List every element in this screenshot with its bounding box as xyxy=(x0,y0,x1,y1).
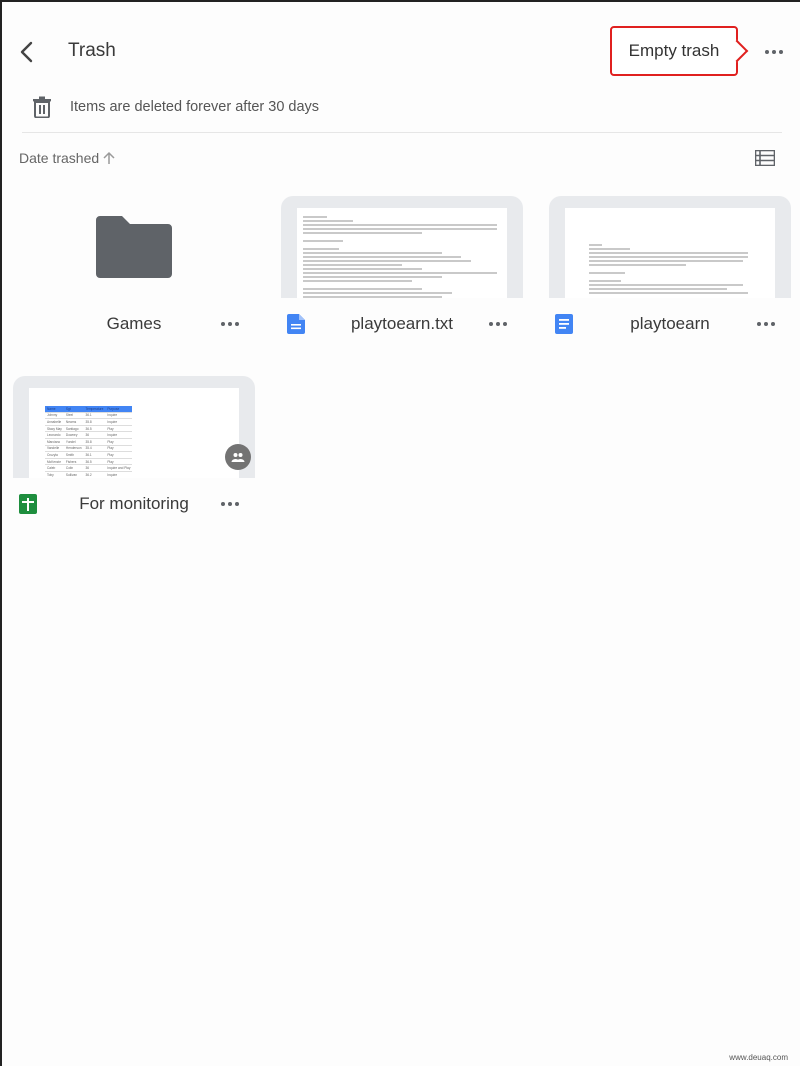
preview-text-line xyxy=(303,232,422,234)
preview-text-line xyxy=(303,276,442,278)
preview-text-line xyxy=(303,268,422,270)
trash-icon xyxy=(33,96,51,118)
page-title: Trash xyxy=(68,40,116,61)
preview-text-line xyxy=(589,292,748,294)
preview-text-line xyxy=(303,252,442,254)
preview-text-line xyxy=(589,248,630,250)
folder-icon xyxy=(96,216,172,278)
sheet-row: McKenzie Fishers 36.5 Play xyxy=(45,458,133,466)
sheet-row: Marciano Yundel 35.8 Play xyxy=(45,438,133,446)
sort-button[interactable]: Date trashed xyxy=(19,150,116,166)
sheet-row: Annabelle Nearns 35.8 Inquire xyxy=(45,418,133,426)
empty-trash-label: Empty trash xyxy=(628,41,720,60)
sheet-preview: Name Sgt Temperature Purpose Johnny Steel 36.… xyxy=(45,406,133,478)
preview-text-line xyxy=(303,224,498,226)
item-more-button[interactable] xyxy=(757,322,775,326)
file-name: playtoearn.txt xyxy=(350,314,454,333)
file-name: For monitoring xyxy=(79,494,189,513)
preview-text-line xyxy=(589,260,743,262)
preview-text-line xyxy=(303,216,327,218)
retention-notice: Items are deleted forever after 30 days xyxy=(70,99,320,115)
shared-badge xyxy=(225,444,251,470)
back-button[interactable] xyxy=(14,38,42,66)
preview-text-line xyxy=(589,252,748,254)
item-more-button[interactable] xyxy=(489,322,507,326)
empty-trash-button[interactable]: Empty trash xyxy=(610,26,738,76)
preview-text-line xyxy=(589,280,622,282)
folder-thumbnail xyxy=(13,196,255,298)
preview-text-line xyxy=(589,264,687,266)
file-card-playtoearn[interactable]: playtoearn xyxy=(549,196,791,350)
preview-text-line xyxy=(303,272,498,274)
file-thumbnail xyxy=(281,196,523,298)
preview-text-line xyxy=(303,280,412,282)
more-options-button[interactable] xyxy=(765,50,783,54)
file-card-games[interactable]: Games xyxy=(13,196,255,350)
chevron-left-icon xyxy=(20,41,33,63)
sort-label: Date trashed xyxy=(19,150,100,166)
file-card-playtoearn-txt[interactable]: playtoearn.txt xyxy=(281,196,523,350)
preview-text-line xyxy=(589,284,743,286)
item-more-button[interactable] xyxy=(221,502,239,506)
list-view-icon[interactable] xyxy=(755,150,775,166)
file-thumbnail xyxy=(549,196,791,298)
preview-text-line xyxy=(589,244,602,246)
item-more-button[interactable] xyxy=(221,322,239,326)
preview-text-line xyxy=(303,248,339,250)
preview-text-line xyxy=(303,220,353,222)
sheet-row: Vandelle Henderson 35.4 Play xyxy=(45,445,133,453)
sheet-row: Cruzyla Smith 36.1 Play xyxy=(45,451,133,459)
file-thumbnail: Name Sgt Temperature Purpose Johnny Steel 36.… xyxy=(13,376,255,478)
people-icon xyxy=(231,453,245,462)
preview-text-line xyxy=(303,256,462,258)
arrow-up-icon xyxy=(103,151,115,164)
preview-text-line xyxy=(589,272,625,274)
divider xyxy=(22,132,782,133)
file-name: playtoearn xyxy=(630,314,710,333)
preview-text-line xyxy=(303,240,343,242)
sheet-row: Johnny Steel 36.1 Inquire xyxy=(45,412,133,420)
preview-text-line xyxy=(303,288,422,290)
sheet-row: Stacy May Santiago 36.5 Play xyxy=(45,425,133,433)
sheet-row: Caleb Colin 36 Inquire and Play xyxy=(45,464,133,472)
preview-text-line xyxy=(303,264,402,266)
file-name: Games xyxy=(106,314,162,333)
file-card-for-monitoring[interactable]: Name Sgt Temperature Purpose Johnny Steel 36.… xyxy=(13,376,255,530)
sheet-row: Leonardo Downey 36 Inquire xyxy=(45,431,133,439)
preview-text-line xyxy=(303,292,452,294)
preview-text-line xyxy=(303,228,498,230)
watermark: www.deuaq.com xyxy=(729,1053,788,1062)
preview-text-line xyxy=(589,256,748,258)
more-dot-icon xyxy=(765,50,769,54)
preview-text-line xyxy=(589,288,727,290)
preview-text-line xyxy=(303,260,472,262)
